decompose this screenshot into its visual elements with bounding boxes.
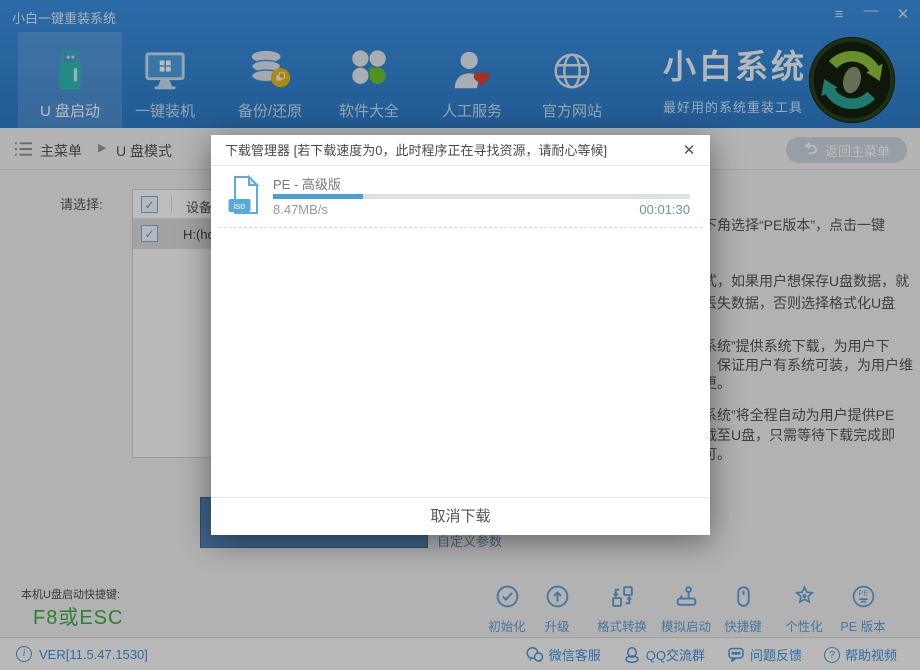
app-window: 小白一键重装系统 ≡ — ✕ U 盘启动 (0, 0, 920, 670)
progress-fill (273, 194, 363, 199)
dialog-titlebar: 下载管理器 [若下载速度为0，此时程序正在寻找资源，请耐心等候] ✕ (211, 135, 710, 166)
download-manager-dialog: 下载管理器 [若下载速度为0，此时程序正在寻找资源，请耐心等候] ✕ iso P… (211, 135, 710, 535)
svg-text:iso: iso (234, 201, 246, 211)
iso-file-icon: iso (227, 175, 267, 222)
cancel-download-button[interactable]: 取消下载 (211, 497, 710, 535)
item-divider (219, 227, 702, 228)
download-speed: 8.47MB/s (273, 202, 328, 217)
download-name: PE - 高级版 (273, 174, 341, 193)
download-eta: 00:01:30 (639, 202, 690, 217)
dialog-close-icon[interactable]: ✕ (678, 135, 700, 166)
download-item: iso PE - 高级版 8.47MB/s 00:01:30 (211, 166, 710, 227)
dialog-title: 下载管理器 [若下载速度为0，此时程序正在寻找资源，请耐心等候] (225, 135, 607, 166)
progress-bar (273, 194, 690, 199)
